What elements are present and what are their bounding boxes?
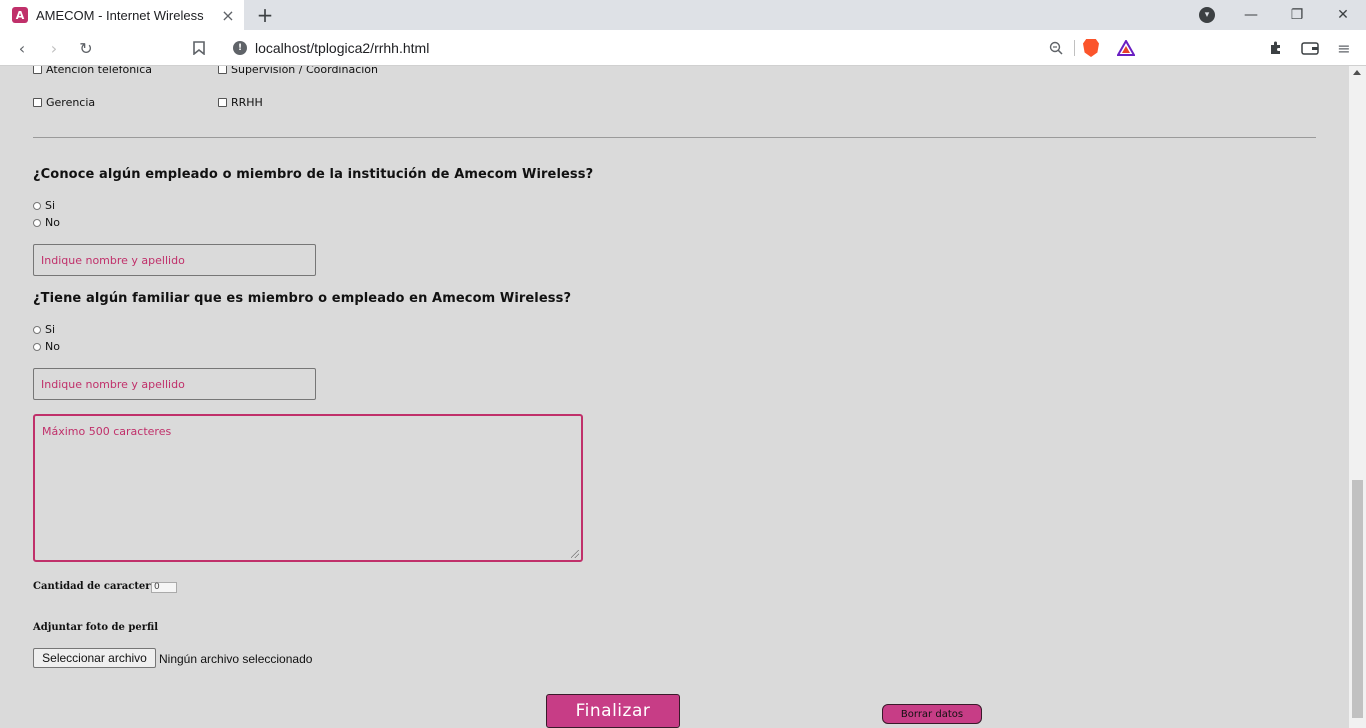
family-radio-option[interactable]: No bbox=[33, 340, 60, 353]
finalize-button[interactable]: Finalizar bbox=[546, 694, 680, 728]
brave-shields-icon[interactable] bbox=[1083, 39, 1099, 57]
photo-label: Adjuntar foto de perfil bbox=[33, 622, 159, 633]
brave-rewards-icon[interactable] bbox=[1116, 38, 1136, 56]
radio-label: No bbox=[45, 216, 60, 229]
employee-name-input[interactable]: Indique nombre y apellido bbox=[33, 244, 316, 276]
checkbox-label: Atención telefónica bbox=[46, 66, 153, 76]
wallet-icon[interactable] bbox=[1300, 38, 1320, 58]
checkbox[interactable] bbox=[218, 98, 227, 107]
reload-icon[interactable]: ↻ bbox=[76, 38, 96, 58]
tab-close-icon[interactable]: × bbox=[220, 6, 236, 25]
site-favicon-icon: A bbox=[12, 7, 28, 23]
extensions-icon[interactable] bbox=[1266, 38, 1286, 58]
new-tab-icon[interactable]: + bbox=[254, 3, 276, 27]
page-scrollbar[interactable] bbox=[1349, 66, 1366, 728]
family-radio-option[interactable]: Si bbox=[33, 323, 55, 336]
radio-label: Si bbox=[45, 199, 56, 212]
textarea-placeholder: Máximo 500 caracteres bbox=[42, 425, 172, 438]
file-status-text: Ningún archivo seleccionado bbox=[159, 652, 313, 666]
scroll-thumb[interactable] bbox=[1352, 480, 1363, 718]
clear-data-button[interactable]: Borrar datos bbox=[882, 704, 982, 724]
checkbox-label: Supervisión / Coordinación bbox=[231, 66, 379, 76]
checkbox[interactable] bbox=[33, 66, 42, 74]
page-viewport: Atención telefónica Supervisión / Coordi… bbox=[0, 66, 1349, 728]
bookmark-icon[interactable] bbox=[189, 38, 209, 58]
omnibox-separator bbox=[1074, 40, 1075, 56]
window-close-icon[interactable]: ✕ bbox=[1331, 4, 1355, 26]
checkbox-option[interactable]: Atención telefónica bbox=[33, 66, 152, 76]
checkbox[interactable] bbox=[33, 98, 42, 107]
employee-question: ¿Conoce algún empleado o miembro de la i… bbox=[33, 167, 594, 182]
checkbox-label: RRHH bbox=[231, 96, 263, 109]
back-icon[interactable]: ‹ bbox=[12, 38, 32, 58]
forward-icon[interactable]: › bbox=[44, 38, 64, 58]
family-name-input[interactable]: Indique nombre y apellido bbox=[33, 368, 316, 400]
tab-search-icon[interactable]: ▾ bbox=[1199, 7, 1215, 23]
comments-textarea[interactable]: Máximo 500 caracteres bbox=[33, 414, 583, 562]
menu-icon[interactable]: ≡ bbox=[1334, 38, 1354, 58]
checkbox[interactable] bbox=[218, 66, 227, 74]
restore-icon[interactable]: ❐ bbox=[1285, 4, 1309, 26]
resize-handle-icon[interactable] bbox=[571, 550, 579, 558]
tab-title: AMECOM - Internet Wireless bbox=[36, 7, 204, 23]
radio-button[interactable] bbox=[33, 342, 41, 351]
radio-button[interactable] bbox=[33, 325, 41, 334]
radio-button[interactable] bbox=[33, 201, 41, 210]
url-text[interactable]: localhost/tplogica2/rrhh.html bbox=[255, 40, 1048, 56]
char-count-label: Cantidad de caracteres: bbox=[33, 581, 167, 592]
section-divider bbox=[33, 137, 1316, 138]
choose-file-button[interactable]: Seleccionar archivo bbox=[33, 648, 156, 668]
family-question: ¿Tiene algún familiar que es miembro o e… bbox=[33, 291, 572, 306]
tab-strip: A AMECOM - Internet Wireless × + ▾ — ❐ ✕ bbox=[0, 0, 1366, 30]
checkbox-option[interactable]: Supervisión / Coordinación bbox=[218, 66, 378, 76]
checkbox-label: Gerencia bbox=[46, 96, 96, 109]
radio-label: Si bbox=[45, 323, 56, 336]
address-bar[interactable]: ! localhost/tplogica2/rrhh.html bbox=[222, 34, 1145, 62]
checkbox-option[interactable]: Gerencia bbox=[33, 96, 95, 109]
scroll-up-icon[interactable] bbox=[1353, 70, 1361, 75]
char-count-field: 0 bbox=[151, 582, 177, 593]
radio-button[interactable] bbox=[33, 218, 41, 227]
browser-toolbar: ‹ › ↻ ! localhost/tplogica2/rrhh.html ≡ bbox=[0, 30, 1366, 66]
radio-label: No bbox=[45, 340, 60, 353]
employee-radio-option[interactable]: Si bbox=[33, 199, 55, 212]
checkbox-option[interactable]: RRHH bbox=[218, 96, 263, 109]
zoom-icon[interactable] bbox=[1048, 40, 1064, 56]
browser-tab[interactable]: A AMECOM - Internet Wireless × bbox=[0, 0, 244, 30]
minimize-icon[interactable]: — bbox=[1239, 4, 1263, 26]
site-info-icon[interactable]: ! bbox=[233, 41, 247, 55]
employee-radio-option[interactable]: No bbox=[33, 216, 60, 229]
